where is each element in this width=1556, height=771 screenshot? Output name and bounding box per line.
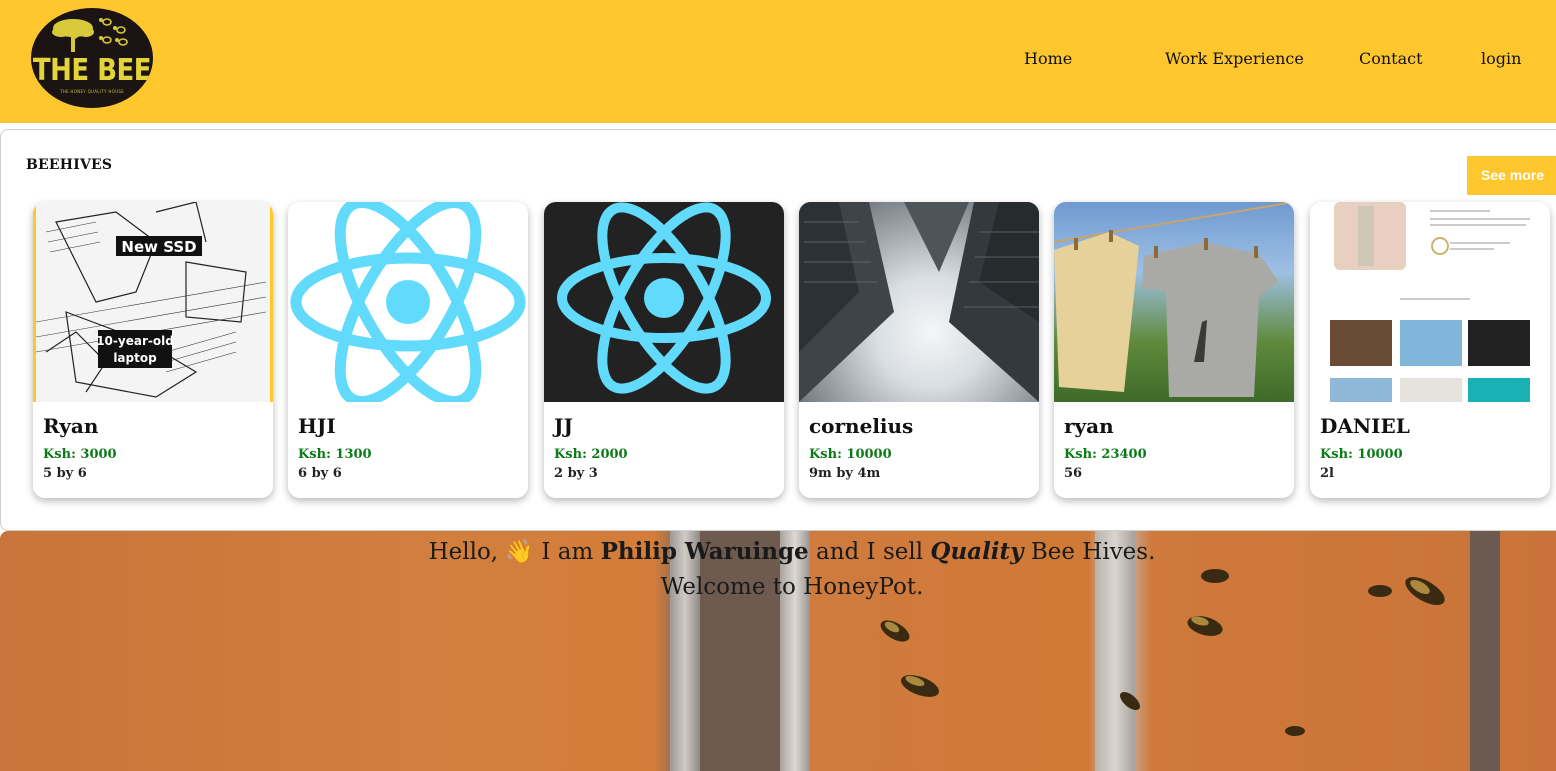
- site-header: THE BEE THE HONEY QUALITY HOUSE Home Wor…: [0, 0, 1556, 123]
- hero-hello: Hello,: [428, 539, 499, 565]
- hero-welcome: Welcome to HoneyPot.: [660, 574, 924, 600]
- card-price: Ksh: 10000: [1320, 447, 1403, 462]
- logo-title: THE BEE: [32, 53, 152, 89]
- hero-product: Bee Hives.: [1030, 539, 1156, 565]
- beehives-title: BEEHIVES: [26, 157, 113, 173]
- nav-login-link[interactable]: login: [1481, 49, 1521, 68]
- card-name: HJI: [298, 414, 336, 438]
- react-logo-icon: [288, 202, 528, 402]
- nav-home-link[interactable]: Home: [1024, 49, 1072, 68]
- the-bee-logo[interactable]: THE BEE THE HONEY QUALITY HOUSE: [31, 8, 153, 108]
- nav-work-experience-link[interactable]: Work Experience: [1165, 49, 1304, 68]
- beehive-card[interactable]: JJ Ksh: 2000 2 by 3: [544, 202, 784, 498]
- comic-text-new-ssd: New SSD: [121, 238, 196, 256]
- card-name: cornelius: [809, 414, 914, 438]
- svg-text:laptop: laptop: [113, 351, 157, 365]
- card-price: Ksh: 3000: [43, 447, 117, 462]
- card-image-portfolio-screenshot: [1310, 202, 1550, 402]
- logo-tagline: THE HONEY QUALITY HOUSE: [59, 89, 125, 94]
- card-price: Ksh: 23400: [1064, 447, 1147, 462]
- card-size: 6 by 6: [298, 466, 342, 481]
- card-price: Ksh: 10000: [809, 447, 892, 462]
- nav-contact-link[interactable]: Contact: [1359, 49, 1423, 68]
- card-size: 9m by 4m: [809, 466, 881, 481]
- card-image-skyscrapers: [799, 202, 1039, 402]
- beehive-card[interactable]: New SSD 10-year-old laptop Ryan Ksh: 300…: [33, 202, 273, 498]
- react-logo-dark-icon: [544, 202, 784, 402]
- waving-hand-icon: 👋: [505, 539, 535, 565]
- hero-quality: Quality: [930, 538, 1024, 565]
- beehive-card[interactable]: HJI Ksh: 1300 6 by 6: [288, 202, 528, 498]
- card-size: 56: [1064, 466, 1083, 481]
- card-size: 5 by 6: [43, 466, 87, 481]
- card-name: Ryan: [43, 414, 99, 438]
- card-price: Ksh: 2000: [554, 447, 628, 462]
- card-size: 2l: [1320, 466, 1334, 481]
- card-name: ryan: [1064, 414, 1114, 438]
- card-name: DANIEL: [1320, 414, 1410, 438]
- hero-i-am: I am: [541, 539, 594, 565]
- card-price: Ksh: 1300: [298, 447, 372, 462]
- card-size: 2 by 3: [554, 466, 598, 481]
- hero-greeting: Hello, 👋 I am Philip Waruinge and I sell…: [0, 534, 1556, 605]
- svg-text:10-year-old: 10-year-old: [96, 334, 174, 348]
- card-image-comic: New SSD 10-year-old laptop: [33, 202, 273, 402]
- see-more-button[interactable]: See more: [1467, 156, 1556, 195]
- beehive-card[interactable]: DANIEL Ksh: 10000 2l: [1310, 202, 1550, 498]
- card-name: JJ: [554, 414, 573, 438]
- beehive-card[interactable]: ryan Ksh: 23400 56: [1054, 202, 1294, 498]
- beehive-card[interactable]: cornelius Ksh: 10000 9m by 4m: [799, 202, 1039, 498]
- hero-and-sell: and I sell: [816, 539, 924, 565]
- card-image-clothesline: [1054, 202, 1294, 402]
- hero-name: Philip Waruinge: [600, 538, 809, 565]
